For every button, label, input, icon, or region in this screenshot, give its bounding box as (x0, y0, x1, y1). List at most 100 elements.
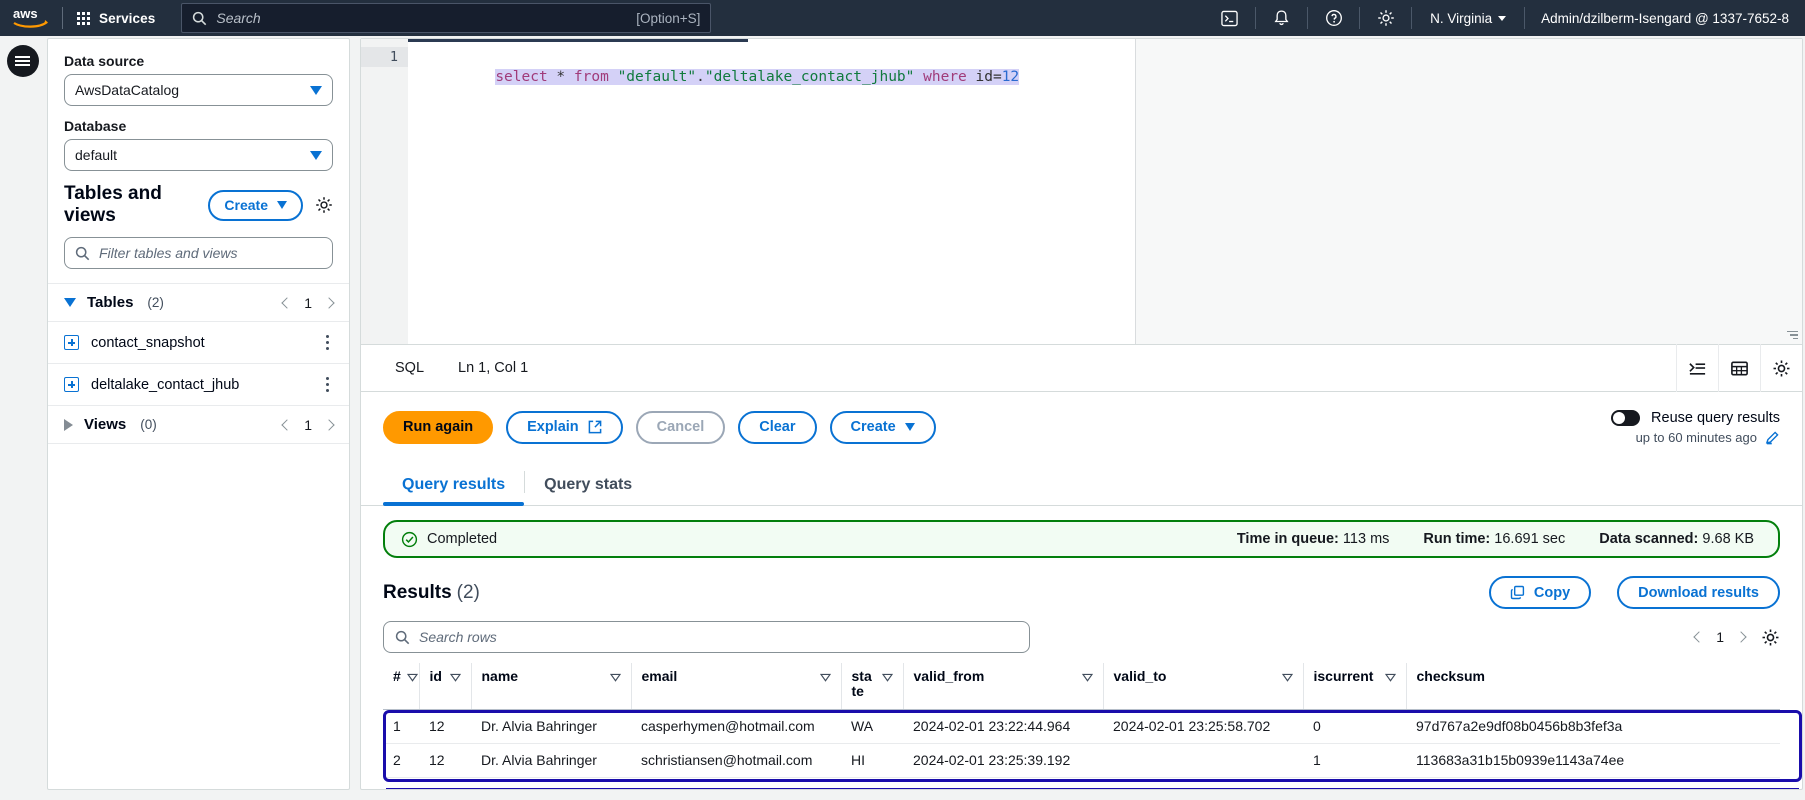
chevron-down-icon (310, 150, 322, 160)
explain-label: Explain (527, 419, 579, 435)
prev-page-icon[interactable] (281, 418, 293, 431)
sort-icon[interactable] (876, 669, 893, 685)
reuse-query-results-toggle[interactable] (1611, 409, 1641, 426)
editor-resize-handle[interactable] (1786, 329, 1798, 341)
global-search-input[interactable]: Search [Option+S] (181, 3, 712, 33)
database-select[interactable]: default (64, 139, 333, 171)
expand-plus-icon[interactable] (64, 377, 79, 392)
database-value: default (75, 147, 118, 163)
editor-code-area[interactable]: select * from "default"."deltalake_conta… (408, 39, 1802, 344)
download-results-button[interactable]: Download results (1617, 576, 1780, 609)
explain-button[interactable]: Explain (506, 410, 623, 444)
cell-valid-from: 2024-02-01 23:22:44.964 (903, 709, 1103, 744)
group-count-tables: (2) (147, 295, 164, 310)
time-in-queue-label: Time in queue: (1236, 531, 1339, 547)
table-row[interactable]: 2 12 Dr. Alvia Bahringer schristiansen@h… (383, 743, 1780, 778)
sql-line-1: select * from "default"."deltalake_conta… (408, 47, 1802, 107)
create-label: Create (224, 197, 268, 213)
group-header-views[interactable]: Views (0) 1 (48, 406, 349, 443)
table-name: deltalake_contact_jhub (91, 376, 240, 393)
run-again-button[interactable]: Run again (383, 410, 494, 444)
grid-icon (77, 11, 90, 25)
sort-icon[interactable] (814, 669, 831, 685)
search-rows-input[interactable]: Search rows (383, 621, 1030, 653)
prev-page-icon[interactable] (281, 296, 293, 309)
column-header-valid-from[interactable]: valid_from (903, 663, 1104, 710)
sidebar-create-button[interactable]: Create (208, 189, 303, 221)
table-item-deltalake-contact-jhub[interactable]: deltalake_contact_jhub (48, 364, 349, 405)
table-name: contact_snapshot (91, 334, 205, 351)
table-item-contact-snapshot[interactable]: contact_snapshot (48, 322, 349, 363)
aws-logo[interactable]: aws (0, 0, 62, 36)
tab-query-results[interactable]: Query results (383, 476, 525, 506)
views-page-number: 1 (304, 416, 312, 433)
group-name-views: Views (84, 416, 127, 433)
sort-icon[interactable] (444, 669, 461, 685)
sort-icon[interactable] (401, 669, 418, 685)
clear-button[interactable]: Clear (738, 410, 817, 444)
next-page-icon[interactable] (1735, 631, 1747, 643)
data-scanned-label: Data scanned: (1599, 531, 1699, 547)
sort-icon[interactable] (1076, 669, 1093, 685)
expand-plus-icon[interactable] (64, 335, 79, 350)
cancel-button: Cancel (635, 410, 726, 444)
next-page-icon[interactable] (323, 296, 335, 309)
filter-tables-input[interactable]: Filter tables and views (64, 237, 333, 269)
table-row[interactable]: 1 12 Dr. Alvia Bahringer casperhymen@hot… (383, 709, 1780, 744)
sidebar-settings-icon[interactable] (315, 196, 333, 214)
next-page-icon[interactable] (323, 418, 335, 431)
sql-editor[interactable]: 1 select * from "default"."deltalake_con… (361, 39, 1802, 344)
column-header-state[interactable]: state (841, 663, 904, 710)
cloudshell-icon[interactable] (1204, 0, 1255, 36)
account-menu[interactable]: Admin/dzilberm-Isengard @ 1337-7652-8 (1525, 11, 1805, 26)
results-preferences-icon[interactable] (1761, 628, 1780, 647)
format-sql-icon[interactable] (1676, 344, 1718, 392)
results-table-wrap: # id name email state valid_from valid_t… (361, 653, 1802, 789)
sort-icon[interactable] (1276, 669, 1293, 685)
prev-page-icon[interactable] (1693, 631, 1705, 643)
column-header-email[interactable]: email (631, 663, 842, 710)
column-header-name[interactable]: name (471, 663, 632, 710)
settings-gear-icon[interactable] (1760, 344, 1802, 392)
reuse-query-results-label: Reuse query results (1651, 409, 1780, 426)
top-navigation-bar: aws Services Search [Option+S] N. Virgin… (0, 0, 1805, 36)
cell-valid-from: 2024-02-01 23:25:39.192 (903, 743, 1103, 778)
editor-language: SQL (395, 360, 425, 376)
run-time-value: 16.691 sec (1494, 531, 1566, 547)
help-icon[interactable] (1308, 0, 1359, 36)
data-source-select[interactable]: AwsDataCatalog (64, 74, 333, 106)
sort-icon[interactable] (604, 669, 621, 685)
data-source-value: AwsDataCatalog (75, 82, 180, 98)
notifications-icon[interactable] (1256, 0, 1307, 36)
region-selector[interactable]: N. Virginia (1412, 0, 1524, 36)
page-body: Data source AwsDataCatalog Database defa… (0, 36, 1805, 800)
group-name-tables: Tables (87, 294, 134, 311)
tab-query-stats[interactable]: Query stats (525, 476, 651, 505)
column-header-id[interactable]: id (419, 663, 472, 710)
group-header-tables[interactable]: Tables (2) 1 (48, 284, 349, 321)
table-actions-kebab-icon[interactable] (322, 373, 333, 396)
selection-bottom-edge (386, 788, 1799, 789)
table-preferences-icon[interactable] (1718, 344, 1760, 392)
search-rows-placeholder: Search rows (419, 629, 497, 645)
copy-button[interactable]: Copy (1488, 576, 1592, 609)
cell-name: Dr. Alvia Bahringer (471, 709, 631, 744)
create-button[interactable]: Create (829, 410, 936, 444)
settings-icon[interactable] (1360, 0, 1411, 36)
results-count: (2) (456, 581, 480, 603)
column-header-num[interactable]: # (383, 663, 420, 710)
chevron-down-icon (1498, 15, 1507, 21)
table-actions-kebab-icon[interactable] (322, 331, 333, 354)
chevron-down-icon (64, 298, 76, 307)
open-navigation-menu-icon[interactable] (6, 45, 39, 77)
column-header-valid-to[interactable]: valid_to (1103, 663, 1304, 710)
query-status-banner: Completed Time in queue: 113 ms Run time… (383, 520, 1780, 558)
results-tabs: Query results Query stats (361, 462, 1802, 506)
sort-icon[interactable] (1379, 669, 1396, 685)
column-header-iscurrent[interactable]: iscurrent (1303, 663, 1407, 710)
cell-num: 1 (383, 709, 419, 744)
copy-label: Copy (1533, 584, 1571, 601)
services-menu-button[interactable]: Services (63, 0, 169, 36)
data-scanned-stat: Data scanned: 9.68 KB (1599, 531, 1754, 547)
column-header-checksum[interactable]: checksum (1406, 663, 1780, 710)
